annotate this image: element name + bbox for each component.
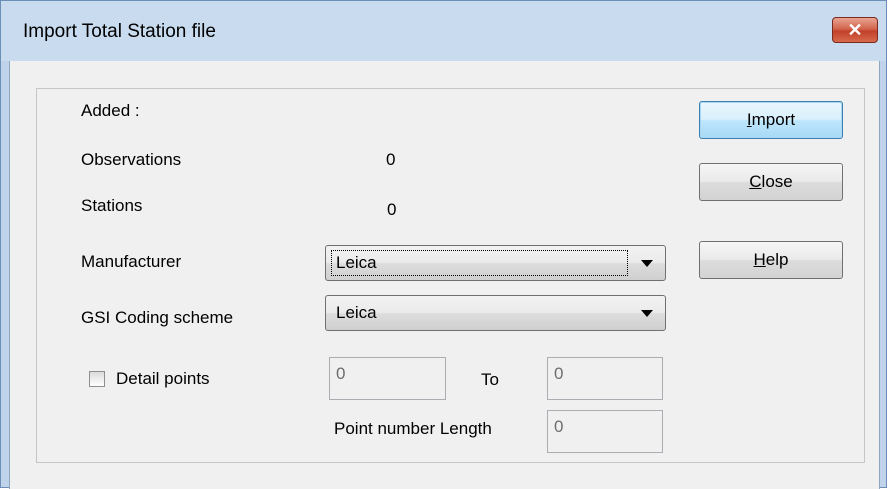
point-number-length-field: 0 [547,410,663,453]
gsi-coding-label: GSI Coding scheme [81,308,234,327]
window-close-button[interactable]: ✕ [832,17,878,43]
observations-count: 0 [386,150,396,169]
chevron-down-icon [641,260,653,267]
detail-points-to-field: 0 [547,357,663,400]
detail-points-checkbox[interactable] [89,371,105,387]
manufacturer-label: Manufacturer [81,252,182,271]
to-label: To [481,370,499,389]
stations-count: 0 [387,200,397,219]
added-heading: Added : [81,101,140,120]
from-value: 0 [336,364,346,383]
help-button[interactable]: Help [699,241,843,279]
focus-rectangle [331,250,628,276]
close-button[interactable]: Close [699,163,843,201]
help-label: elp [765,250,789,269]
title-bar[interactable]: Import Total Station file ✕ [1,1,886,61]
import-button[interactable]: Import [699,101,843,139]
close-label: lose [761,172,793,191]
window-title: Import Total Station file [23,21,216,42]
gsi-coding-dropdown[interactable]: Leica [325,295,666,331]
detail-points-label[interactable]: Detail points [116,369,210,389]
close-mnemonic: C [749,172,762,191]
point-number-length-label: Point number Length [334,419,492,438]
close-icon: ✕ [847,20,863,40]
observations-label: Observations [81,150,182,169]
gsi-coding-selected-value: Leica [336,303,377,322]
detail-points-from-field: 0 [329,357,446,400]
to-value: 0 [554,364,564,383]
manufacturer-dropdown[interactable]: Leica [325,245,666,281]
import-label: mport [751,110,796,129]
point-number-length-value: 0 [554,417,564,436]
help-mnemonic: H [753,250,766,269]
chevron-down-icon [641,310,653,317]
stations-label: Stations [81,196,143,215]
